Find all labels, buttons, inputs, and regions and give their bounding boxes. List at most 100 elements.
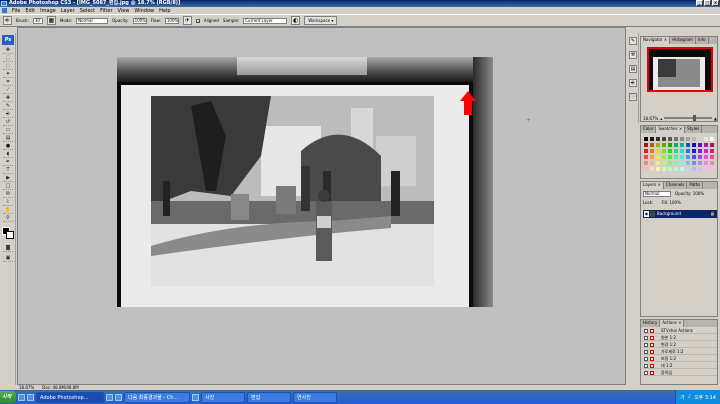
swatch-grid[interactable] [643,136,715,172]
layer-opacity[interactable]: Opacity: 100% [675,191,704,197]
menu-filter[interactable]: Filter [100,8,112,14]
action-item[interactable]: 가로세로 1:2 [643,349,717,355]
task-photoshop[interactable]: Adobe Photoshop... [36,391,104,403]
layer-fill[interactable]: Fill: 100% [661,200,680,205]
tab-color[interactable]: Color [641,126,657,133]
quick-launch-icon[interactable] [115,393,122,401]
menu-edit[interactable]: Edit [25,8,35,14]
task-folder-collection[interactable]: 연사진 [293,391,337,403]
aligned-checkbox[interactable]: ✓ [195,18,200,23]
notes-tool-icon[interactable]: ✉ [3,191,13,198]
layer-comps-icon[interactable]: ▤ [629,65,637,73]
zoom-out-icon[interactable]: ▴ [660,116,662,121]
action-item[interactable]: STVchoi Actions [643,328,717,334]
tab-styles[interactable]: Styles [685,126,703,133]
marquee-tool-icon[interactable]: ⬚ [3,55,13,62]
eraser-tool-icon[interactable]: ▭ [3,127,13,134]
task-folder-edit[interactable]: 편집 [247,391,291,403]
sample-select[interactable]: Current Layer [243,17,288,24]
document-icon[interactable] [2,8,7,13]
blend-mode-select[interactable]: Normal [643,191,671,197]
tab-actions[interactable]: Actions × [660,320,685,327]
navigator-zoom-value[interactable]: 18.67% [643,116,658,121]
info-panel-icon[interactable]: ⓘ [629,93,637,101]
slice-tool-icon[interactable]: ⟋ [3,87,13,94]
healing-brush-tool-icon[interactable]: ✚ [3,95,13,102]
brush-tool-icon[interactable]: ✎ [3,103,13,110]
mode-select[interactable]: Normal [76,17,109,24]
maximize-button[interactable]: □ [704,0,711,6]
tab-histogram[interactable]: Histogram [670,37,696,44]
color-swatch[interactable] [709,166,715,172]
action-item[interactable]: 움직임 [643,370,717,376]
zoom-slider[interactable] [664,115,712,121]
tool-presets-icon[interactable]: ⚒ [629,51,637,59]
move-tool-icon[interactable]: ✥ [3,47,13,54]
pen-tool-icon[interactable]: ✒ [3,159,13,166]
zoom-tool-icon[interactable]: ⚲ [3,215,13,222]
start-button[interactable]: 시작 [0,391,16,403]
volume-icon[interactable]: ♪ [688,394,691,400]
brush-options-icon[interactable]: ▦ [46,16,56,25]
tab-paths[interactable]: Paths [687,182,704,189]
brushes-panel-icon[interactable]: ✎ [629,37,637,45]
tab-channels[interactable]: Channels [664,182,688,189]
menu-layer[interactable]: Layer [61,8,75,14]
action-item[interactable]: 보정 1:2 [643,356,717,362]
menu-select[interactable]: Select [80,8,95,14]
task-folder-photos[interactable]: 사진 [201,391,245,403]
quick-launch-icon[interactable] [106,393,113,401]
quick-mask-icon[interactable]: ◙ [3,245,13,252]
brush-size-picker[interactable]: 30 [32,17,43,24]
dodge-tool-icon[interactable]: ◖ [3,151,13,158]
workspace-button[interactable]: Workspace ▾ [304,16,338,25]
quick-launch-icon[interactable] [27,393,34,401]
photoshop-app-icon [1,1,7,6]
action-item[interactable]: 원본 1:2 [643,335,717,341]
history-brush-tool-icon[interactable]: ↺ [3,119,13,126]
shape-tool-icon[interactable]: □ [3,183,13,190]
background-color-swatch[interactable] [6,231,14,239]
menu-view[interactable]: View [118,8,130,14]
clone-stamp-icon[interactable]: ⎆ [3,111,13,118]
action-item[interactable]: 대 1:2 [643,363,717,369]
magic-wand-tool-icon[interactable]: ✦ [3,71,13,78]
opacity-field[interactable]: 100% [132,17,147,24]
blur-tool-icon[interactable]: ● [3,143,13,150]
menu-window[interactable]: Window [134,8,154,14]
menu-help[interactable]: Help [159,8,170,14]
clone-source-icon[interactable]: ⎆ [629,79,637,87]
quick-launch-icon[interactable] [18,393,25,401]
hand-tool-icon[interactable]: ✋ [3,207,13,214]
airbrush-icon[interactable]: ✈ [182,16,192,25]
gradient-tool-icon[interactable]: ▤ [3,135,13,142]
screen-mode-icon[interactable]: ▣ [3,255,13,262]
action-item[interactable]: 변경 1:2 [643,342,717,348]
quick-launch-icon[interactable] [192,393,199,401]
menu-file[interactable]: File [12,8,20,14]
path-selection-tool-icon[interactable]: ▶ [3,175,13,182]
minimize-button[interactable]: _ [696,0,703,6]
tab-info[interactable]: Info [696,37,709,44]
crop-tool-icon[interactable]: ⌗ [3,79,13,86]
type-tool-icon[interactable]: T [3,167,13,174]
tab-history[interactable]: History [641,320,661,327]
menu-image[interactable]: Image [40,8,56,14]
task-browser[interactable]: 다음 최종결과물 - Ch... [124,391,190,403]
flow-field[interactable]: 100% [164,17,179,24]
lock-icon: 🔒 [710,211,715,216]
layer-row-background[interactable]: ◉ Background 🔒 [643,210,717,218]
eyedropper-tool-icon[interactable]: ⌇ [3,199,13,206]
language-icon[interactable]: 가 [680,394,685,401]
tab-swatches[interactable]: Swatches × [656,126,686,133]
eye-icon[interactable]: ◉ [644,211,649,217]
clone-stamp-tool-icon[interactable]: ⎆ [3,16,12,25]
tab-layers[interactable]: Layers × [641,182,664,189]
tab-navigator[interactable]: Navigator × [641,37,671,44]
navigator-thumbnail[interactable] [647,47,713,92]
close-button[interactable]: × [712,0,719,6]
zoom-in-icon[interactable]: ▲ [714,116,717,121]
document-image[interactable] [117,57,493,307]
lasso-tool-icon[interactable]: ◌ [3,63,13,70]
adjustment-layers-icon[interactable]: ◐ [291,16,301,25]
